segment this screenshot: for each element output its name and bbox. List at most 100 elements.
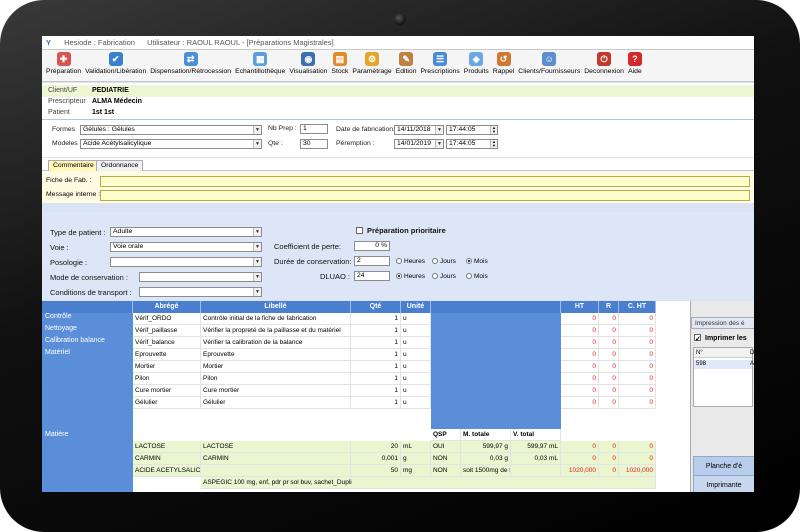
imprimante-button[interactable]: Imprimante [693,475,754,492]
radio-label: Heures [404,273,425,280]
cell-libelle: Vérifier la calibration de la balance [201,337,351,349]
planche-button[interactable]: Planche d'é [693,456,754,476]
toolbar-preparation-button[interactable]: ✚ Préparation [44,50,83,81]
spin-icon[interactable]: ▲ ▼ [490,126,497,134]
cell-unite: u [401,349,431,361]
voie-value: Voie orale [113,243,144,250]
duree-radio-heures[interactable]: Heures [396,258,425,265]
cell-r: 0 [599,349,619,361]
toolbar-validation-button[interactable]: ✔ Validation/Libération [83,50,148,81]
mode-cons-select[interactable]: ▼ [139,272,262,282]
cell-unite: u [401,313,431,325]
checkbox-icon[interactable]: ✓ [694,334,701,343]
toolbar-label: Deconnexion [584,68,624,75]
composition-grid: Abrégé Libellé Qté Unité HT R C. HT Cont… [42,301,690,492]
radio-label: Jours [440,258,456,265]
tab-ordonnance[interactable]: Ordonnance [96,160,144,171]
hdr-qsp: QSP [431,429,461,441]
notes-panel: Fiche de Fab. : Message interne : [42,171,754,203]
formes-select[interactable]: Gélules : Gélules ▼ [80,125,262,135]
col-libelle[interactable]: Libellé [201,301,351,313]
dluao-radio-jours[interactable]: Jours [432,273,456,280]
chevron-down-icon: ▼ [253,126,261,134]
list-item[interactable]: 598 Ac [694,360,754,369]
duree-radio-mois[interactable]: Mois [466,258,488,265]
toolbar-rappel-button[interactable]: ↺ Rappel [491,50,517,81]
toolbar-label: Produits [463,68,489,75]
cell-cht: 0 [619,337,656,349]
cell-libelle: Vérifier la propreté de la paillasse et … [201,325,351,337]
cell-ht: 0 [561,361,599,373]
toolbar-stock-button[interactable]: ▤ Stock [329,50,350,81]
echantillotheque-icon: ▦ [253,52,268,66]
cell-unite: mg [401,465,431,477]
cell-r: 0 [599,441,619,453]
cell-aspegic: ASPEGIC 100 mg, enf, pdr pr sol buv, sac… [201,477,656,489]
col-cht[interactable]: C. HT [619,301,656,313]
spin-icon[interactable]: ▲ ▼ [490,140,497,148]
cell-qsp: OUI [431,441,461,453]
qte-input[interactable]: 30 [300,139,328,149]
col-ht[interactable]: HT [561,301,599,313]
toolbar-prescriptions-button[interactable]: ☰ Prescriptions [419,50,462,81]
peremption-label: Péremption : [336,140,375,147]
type-patient-select[interactable]: Adulte ▼ [110,227,262,237]
dispensation-icon: ⇄ [183,52,198,66]
prioritaire-checkbox[interactable] [356,227,363,234]
date-fab-input[interactable]: 14/11/2018 ▼ [394,125,444,135]
toolbar-echantillotheque-button[interactable]: ▦ Echantillothèque [233,50,287,81]
toolbar-label: Paramétrage [352,68,392,75]
coef-input[interactable]: 0 % [354,241,390,251]
conditions-select[interactable]: ▼ [139,287,262,297]
cell-ht: 0 [561,397,599,409]
cell-libelle: CARMIN [201,453,351,465]
date-fab-value: 14/11/2018 [397,126,431,133]
toolbar-produits-button[interactable]: ◆ Produits [462,50,491,81]
modeles-select[interactable]: Acide Acétylsalicylique ▼ [80,139,262,149]
time-fab-input[interactable]: 17:44:05 ▲ ▼ [446,125,498,135]
hdr-vtotal: V. total [511,429,561,441]
toolbar-dispensation-button[interactable]: ⇄ Dispensation/Rétrocession [148,50,233,81]
duree-input[interactable]: 2 [354,256,390,266]
toolbar-parametrage-button[interactable]: ⚙ Paramétrage [350,50,393,81]
peremption-input[interactable]: 14/01/2019 ▼ [394,139,444,149]
dluao-radio-heures[interactable]: Heures [396,273,425,280]
posologie-select[interactable]: ▼ [110,257,262,267]
toolbar-visualisation-button[interactable]: ◉ Visualisation [287,50,329,81]
col-qte[interactable]: Qté [351,301,401,313]
cell-ht: 0 [561,373,599,385]
cell-libelle: Cure mortier [201,385,351,397]
cell-abrege: Gélulier [133,397,201,409]
fiche-input[interactable] [100,176,750,187]
col-unite[interactable]: Unité [401,301,431,313]
cell-qte: 1 [351,361,401,373]
toolbar-aide-button[interactable]: ? Aide [626,50,644,81]
cell-unite: u [401,337,431,349]
dialog-title: Impression des é [691,317,754,329]
toolbar-edition-button[interactable]: ✎ Edition [394,50,419,81]
formes-value: Gélules : Gélules [83,126,135,133]
cell-r: 0 [599,385,619,397]
imprimer-row[interactable]: ✓ Imprimer les [694,334,747,343]
col-abrege[interactable]: Abrégé [133,301,201,313]
cell-ht: 1020,000 [561,465,599,477]
cat-nettoyage: Nettoyage [42,325,133,337]
duree-radio-jours[interactable]: Jours [432,258,456,265]
cell-mtotale: 599,97 g [461,441,511,453]
cat-calibration: Calibration balance [42,337,133,349]
dluao-radio-mois[interactable]: Mois [466,273,488,280]
radio-label: Mois [474,273,488,280]
message-input[interactable] [100,190,750,201]
cell-ht: 0 [561,441,599,453]
chevron-down-icon: ▼ [253,273,261,281]
prioritaire-row[interactable]: Préparation prioritaire [356,226,446,235]
nbprep-input[interactable]: 1 [300,124,328,134]
toolbar-clients-button[interactable]: ☺ Clients/Fournisseurs [516,50,582,81]
voie-select[interactable]: Voie orale ▼ [110,242,262,252]
chevron-down-icon: ▼ [435,140,443,148]
col-r[interactable]: R [599,301,619,313]
tab-commentaire[interactable]: Commentaire [48,160,99,171]
time-per-input[interactable]: 17:44:05 ▲ ▼ [446,139,498,149]
toolbar-deconnexion-button[interactable]: ⏻ Deconnexion [582,50,626,81]
dluao-input[interactable]: 24 [354,271,390,281]
